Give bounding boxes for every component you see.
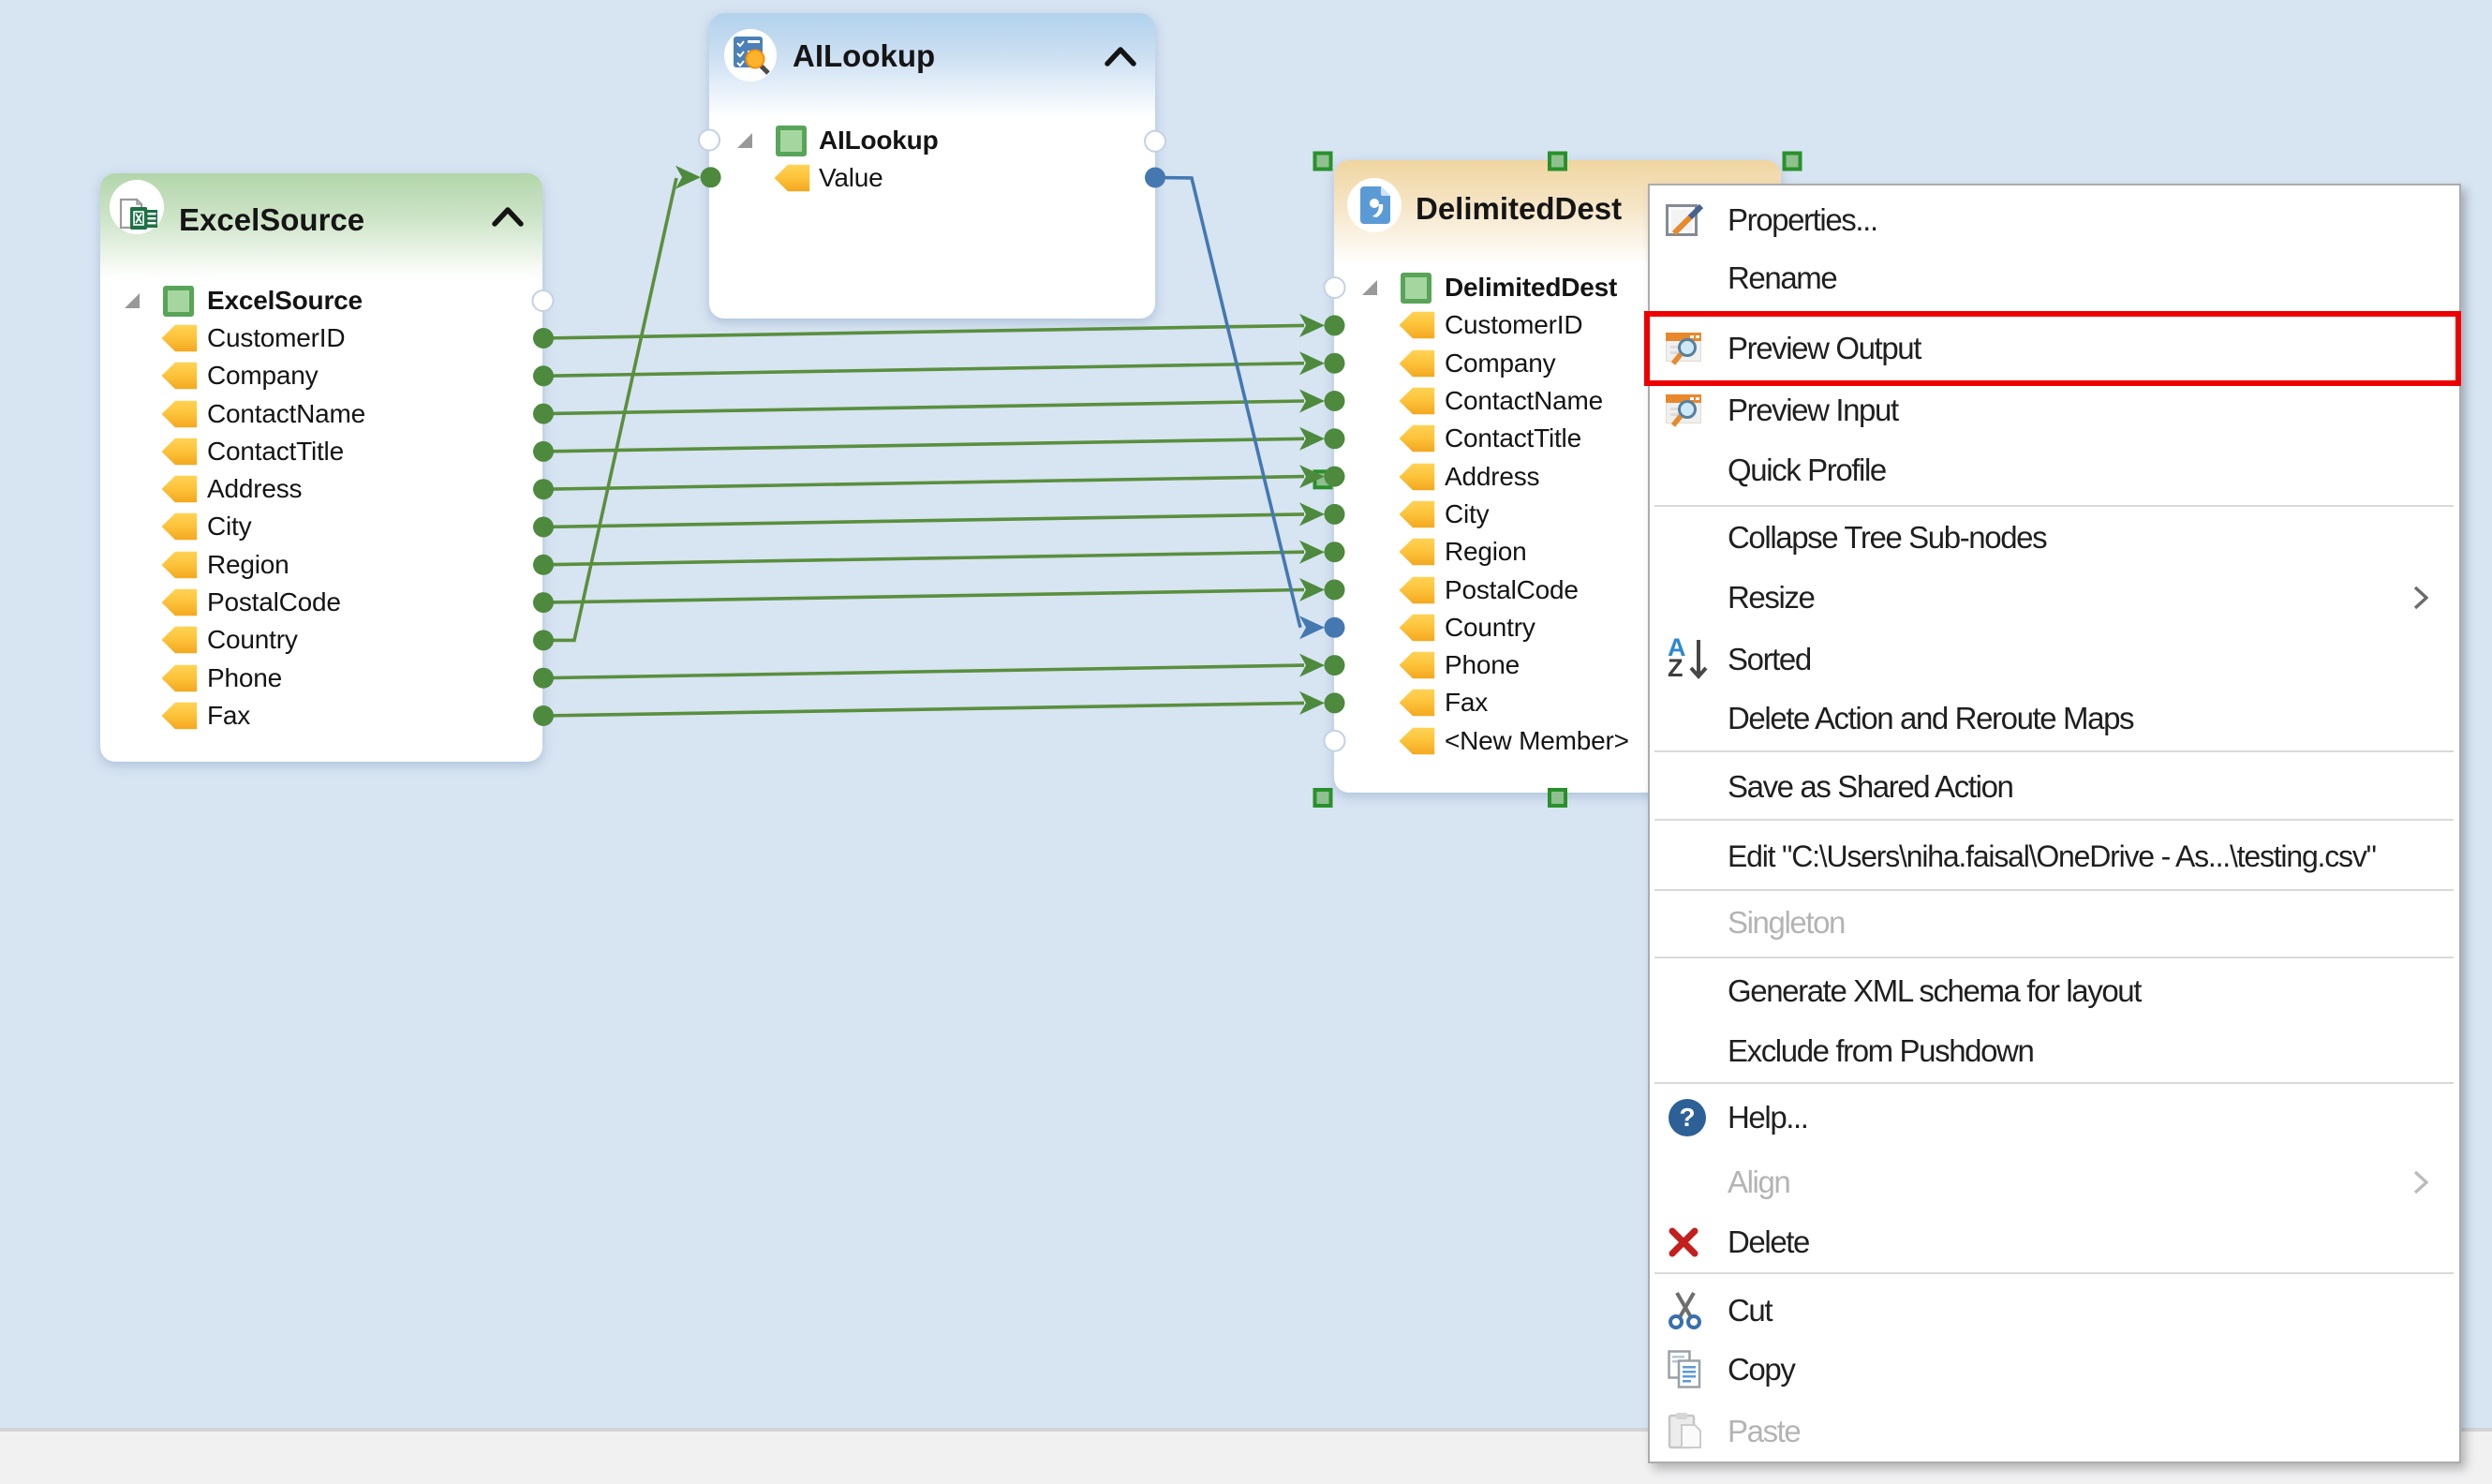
svg-text:?: ? xyxy=(1679,1103,1695,1132)
